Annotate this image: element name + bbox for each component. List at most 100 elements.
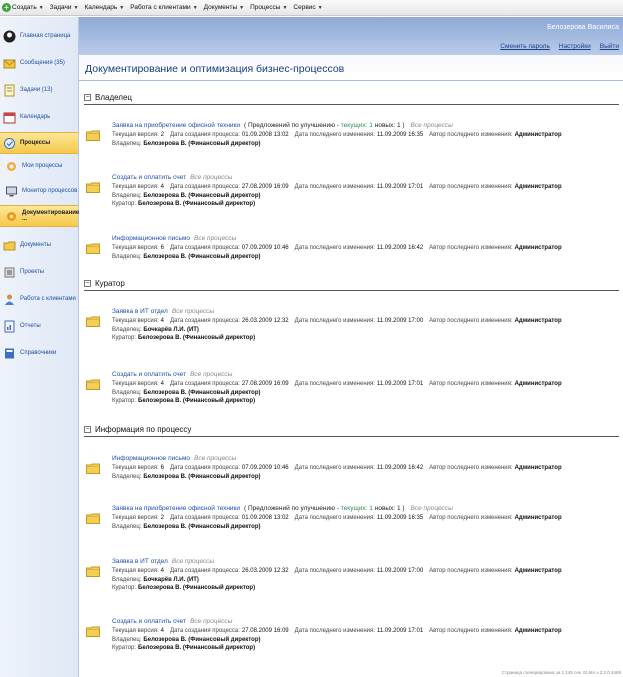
sidebar-item-home[interactable]: Главная страница: [0, 25, 78, 47]
process-title-line: Заявка в ИТ отдел Все процессы: [112, 306, 568, 317]
process-name-link[interactable]: Создать и оплатить счет: [112, 618, 186, 625]
process-title-line: Создать и оплатить счет Все процессы: [112, 369, 568, 380]
all-processes-link[interactable]: Все процессы: [172, 308, 214, 315]
process-entry: Создать и оплатить счет Все процессы Текущ…: [84, 616, 619, 652]
process-name-link[interactable]: Информационное письмо: [112, 455, 190, 462]
collapse-icon[interactable]: −: [84, 94, 91, 101]
logout-link[interactable]: Выйти: [600, 43, 619, 50]
author-label: Автор последнего изменения:: [429, 381, 513, 388]
menu-tasks[interactable]: Задачи ▼: [50, 4, 79, 11]
sidebar-item-my-processes[interactable]: Мои процессы: [0, 155, 78, 177]
header-band: Белозерова Василиса Сменить пароль Настр…: [79, 17, 623, 55]
process-details: Заявка на приобретение офисной техники ( …: [112, 503, 568, 531]
settings-link[interactable]: Настройки: [559, 43, 591, 50]
process-entry: Заявка в ИТ отдел Все процессы Текущая вер…: [84, 306, 619, 342]
section-title: Куратор: [95, 279, 125, 288]
menu-clients[interactable]: Работа с клиентами ▼: [130, 4, 197, 11]
all-processes-link[interactable]: Все процессы: [194, 455, 236, 462]
created-label: Дата создания процесса:: [169, 628, 240, 635]
sidebar-item-documenting[interactable]: Документирование ...: [0, 205, 79, 227]
process-name-link[interactable]: Создать и оплатить счет: [112, 371, 186, 378]
curator-value: Белозерова В. (Финансовый директор): [138, 335, 256, 342]
created-label: Дата создания процесса:: [169, 465, 240, 472]
modified-label: Дата последнего изменения:: [294, 628, 375, 635]
sidebar-item-reports[interactable]: Отчеты: [0, 315, 78, 337]
curator-line: Куратор: Белозерова В. (Финансовый директ…: [112, 397, 568, 406]
all-processes-link[interactable]: Все процессы: [190, 371, 232, 378]
improvement-proposals: ( Предложений по улучшению - текущих: 1 …: [244, 122, 405, 129]
improvement-proposals: ( Предложений по улучшению - текущих: 1 …: [244, 505, 405, 512]
process-meta-line: Текущая версия: 4 Дата создания процесса: 2…: [112, 627, 568, 636]
process-name-link[interactable]: Заявка в ИТ отдел: [112, 308, 168, 315]
sidebar-item-projects[interactable]: Проекты: [0, 261, 78, 283]
page-title: Документирование и оптимизация бизнес-пр…: [85, 63, 345, 75]
sidebar-item-messages[interactable]: Сообщения (35): [0, 52, 78, 74]
process-entry: Создать и оплатить счет Все процессы Текущ…: [84, 172, 619, 208]
menu-create[interactable]: + Создать ▼: [2, 3, 44, 12]
modified-value: 11.09.2009 17:01: [376, 381, 424, 388]
owner-label: Владелец:: [112, 576, 142, 583]
all-processes-link[interactable]: Все процессы: [172, 558, 214, 565]
modified-value: 11.09.2009 16:42: [376, 465, 424, 472]
collapse-icon[interactable]: −: [84, 426, 91, 433]
collapse-icon[interactable]: −: [84, 280, 91, 287]
improvement-prefix: ( Предложений по улучшению -: [244, 122, 339, 129]
version-value: 2: [160, 132, 164, 139]
sidebar-item-tasks[interactable]: Задачи (13): [0, 79, 78, 101]
version-label: Текущая версия:: [112, 132, 159, 139]
folder-icon: [86, 513, 100, 524]
sidebar-item-monitor[interactable]: Монитор процессов: [0, 180, 78, 202]
chevron-down-icon: ▼: [38, 4, 44, 11]
process-name-link[interactable]: Создать и оплатить счет: [112, 174, 186, 181]
improvement-new: новых: 1 ): [374, 505, 405, 512]
author-value: Администратор: [514, 245, 562, 252]
all-processes-link[interactable]: Все процессы: [411, 122, 453, 129]
author-label: Автор последнего изменения:: [429, 628, 513, 635]
sidebar-item-processes[interactable]: Процессы: [0, 132, 78, 154]
process-name-link[interactable]: Заявка в ИТ отдел: [112, 558, 168, 565]
author-label: Автор последнего изменения:: [429, 132, 513, 139]
projects-icon: [3, 266, 16, 279]
menu-documents[interactable]: Документы ▼: [204, 4, 244, 11]
process-details: Информационное письмо Все процессы Текущая…: [112, 233, 568, 261]
documents-icon: [3, 239, 16, 252]
version-value: 2: [160, 515, 164, 522]
all-processes-link[interactable]: Все процессы: [190, 174, 232, 181]
sidebar-item-reference[interactable]: Справочники: [0, 342, 78, 364]
all-processes-link[interactable]: Все процессы: [194, 235, 236, 242]
process-meta-line: Текущая версия: 4 Дата создания процесса: 2…: [112, 317, 568, 326]
chevron-down-icon: ▼: [192, 4, 198, 11]
curator-label: Куратор:: [112, 585, 136, 592]
sidebar-item-documents[interactable]: Документы: [0, 234, 78, 256]
owner-label: Владелец:: [112, 473, 142, 480]
sidebar-item-calendar[interactable]: Календарь: [0, 106, 78, 128]
created-label: Дата создания процесса:: [169, 245, 240, 252]
all-processes-link[interactable]: Все процессы: [190, 618, 232, 625]
folder-icon: [86, 463, 100, 474]
owner-line: Владелец: Белозерова В. (Финансовый дирек…: [112, 140, 568, 149]
curator-label: Куратор:: [112, 335, 136, 342]
mail-icon: [3, 57, 16, 70]
sidebar-item-clients[interactable]: Работа с клиентами: [0, 288, 78, 310]
curator-value: Белозерова В. (Финансовый директор): [138, 398, 256, 405]
version-label: Текущая версия:: [112, 184, 159, 191]
menu-service[interactable]: Сервис ▼: [293, 4, 322, 11]
process-details: Создать и оплатить счет Все процессы Текущ…: [112, 616, 568, 653]
created-value: 01.09.2008 13:02: [241, 515, 289, 522]
author-label: Автор последнего изменения:: [429, 515, 513, 522]
menu-processes[interactable]: Процессы ▼: [250, 4, 287, 11]
process-name-link[interactable]: Информационное письмо: [112, 235, 190, 242]
all-processes-link[interactable]: Все процессы: [411, 505, 453, 512]
version-value: 4: [160, 381, 164, 388]
process-meta-line: Текущая версия: 2 Дата создания процесса: 0…: [112, 514, 568, 523]
owner-value: Бочкарёв Л.И. (ИТ): [143, 326, 199, 333]
change-password-link[interactable]: Сменить пароль: [500, 43, 550, 50]
version-label: Текущая версия:: [112, 515, 159, 522]
process-name-link[interactable]: Заявка на приобретение офисной техники: [112, 122, 240, 129]
created-value: 27.08.2009 16:09: [241, 184, 289, 191]
process-name-link[interactable]: Заявка на приобретение офисной техники: [112, 505, 240, 512]
process-title-line: Информационное письмо Все процессы: [112, 233, 568, 244]
menu-calendar[interactable]: Календарь ▼: [84, 4, 124, 11]
version-label: Текущая версия:: [112, 318, 159, 325]
owner-value: Белозерова В. (Финансовый директор): [143, 192, 261, 199]
